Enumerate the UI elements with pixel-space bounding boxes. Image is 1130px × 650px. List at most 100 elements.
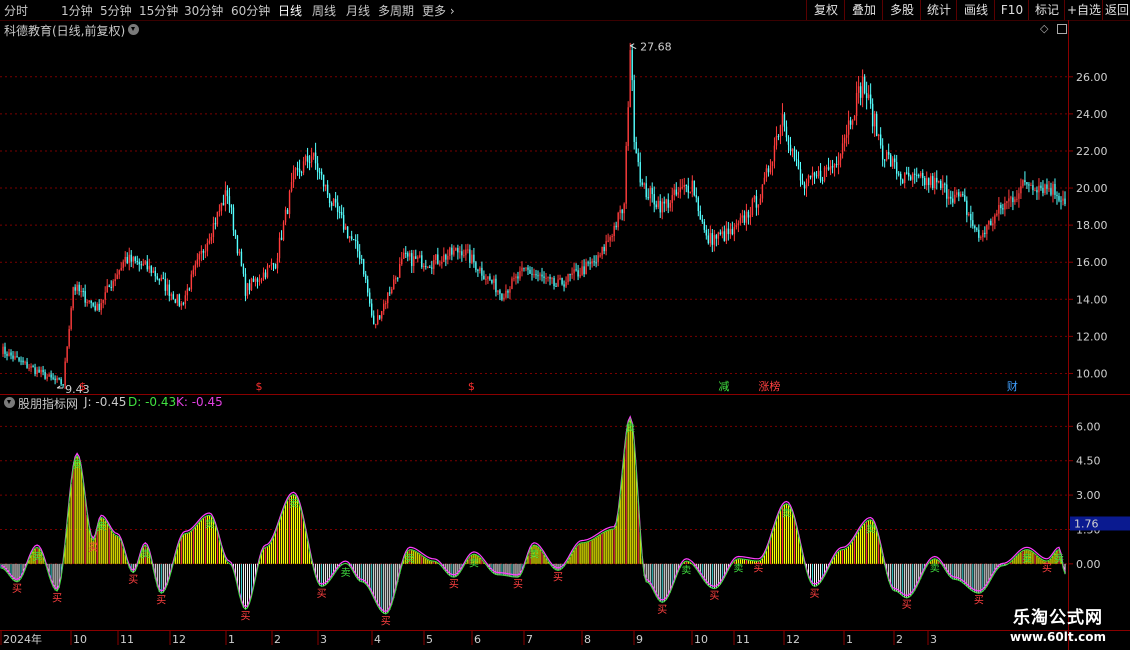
candle-body	[581, 266, 583, 275]
candle-body	[811, 172, 814, 178]
candle-body	[246, 283, 249, 296]
candle-body	[20, 360, 22, 362]
candle-body	[587, 262, 589, 264]
price-tick-label: 14.00	[1076, 293, 1108, 306]
candle-body	[435, 254, 437, 260]
candle-body	[865, 93, 868, 99]
candle-body	[759, 198, 762, 205]
candle-body	[399, 264, 401, 278]
candle-body	[1000, 204, 1002, 209]
current-value-text: 1.76	[1074, 518, 1099, 531]
candle-body	[1052, 183, 1054, 195]
buy-signal-label: 买	[553, 572, 563, 584]
candle-body	[4, 346, 6, 354]
candle-body	[773, 145, 776, 162]
candle-body	[190, 274, 193, 290]
indicator-dropdown-icon[interactable]	[4, 397, 15, 408]
candle-body	[280, 237, 283, 240]
candle-body	[755, 196, 758, 208]
event-marker-3: 减	[718, 380, 729, 393]
candle-body	[735, 225, 738, 228]
candle-body	[841, 143, 844, 155]
candle-body	[10, 352, 12, 356]
candle-body	[729, 228, 732, 235]
main-dropdown-icon[interactable]	[128, 24, 139, 35]
candle-body	[184, 295, 187, 304]
candle-body	[643, 183, 645, 185]
chart-canvas[interactable]: 10.0012.0014.0016.0018.0020.0022.0024.00…	[0, 0, 1130, 650]
candle-body	[457, 248, 459, 253]
candle-body	[857, 86, 860, 93]
candle-body	[72, 287, 74, 309]
buy-signal-label: 买	[657, 604, 667, 616]
candle-body	[236, 235, 239, 254]
candle-body	[687, 185, 689, 193]
candle-body	[775, 136, 778, 146]
candle-body	[160, 277, 163, 281]
candle-body	[998, 204, 1000, 214]
candle-body	[174, 299, 177, 303]
window-icon[interactable]	[1057, 24, 1067, 34]
candle-body	[50, 374, 52, 378]
candle-body	[932, 176, 934, 189]
candle-body	[336, 202, 339, 212]
candle-body	[815, 175, 818, 177]
candle-body	[879, 134, 882, 146]
candle-body	[362, 259, 365, 275]
candle-body	[140, 264, 142, 266]
candle-body	[1046, 184, 1048, 189]
candle-body	[423, 266, 425, 268]
candle-body	[573, 269, 575, 274]
candle-body	[1002, 208, 1004, 210]
candle-body	[377, 315, 379, 324]
candle-body	[575, 269, 577, 271]
candle-body	[505, 290, 507, 298]
candle-body	[180, 303, 183, 306]
candle-body	[827, 167, 830, 170]
candle-body	[980, 237, 982, 239]
candle-body	[771, 161, 774, 167]
candle-body	[717, 232, 720, 239]
candle-body	[461, 251, 463, 256]
candle-body	[429, 266, 431, 268]
candle-body	[749, 215, 752, 218]
candle-body	[306, 155, 309, 162]
candle-body	[877, 134, 880, 137]
candle-body	[725, 228, 728, 241]
sell-signal-label: 卖	[1054, 553, 1064, 565]
candle-body	[342, 215, 345, 230]
candle-body	[94, 305, 96, 311]
candle-body	[366, 279, 369, 293]
candle-body	[286, 209, 289, 214]
date-label-16: 1	[846, 633, 853, 646]
candle-body	[300, 172, 303, 174]
event-marker-0: $	[79, 380, 86, 393]
candle-body	[609, 237, 611, 241]
candle-body	[389, 292, 391, 294]
diamond-icon[interactable]: ◇	[1040, 22, 1048, 35]
candle-body	[893, 158, 896, 163]
candle-body	[781, 114, 784, 126]
candle-body	[419, 255, 421, 258]
candle-body	[914, 173, 916, 175]
candle-body	[671, 195, 673, 203]
price-tick-label: 10.00	[1076, 367, 1108, 380]
candle-body	[126, 256, 128, 263]
date-label-2: 11	[120, 633, 134, 646]
buy-signal-label: 买	[12, 583, 22, 595]
candle-body	[128, 254, 130, 263]
candle-body	[372, 315, 375, 325]
candle-body	[992, 223, 994, 226]
high-price-label: 27.68	[640, 41, 672, 54]
candle-body	[537, 275, 539, 277]
candle-body	[274, 264, 277, 269]
sell-signal-label: 卖	[469, 558, 479, 570]
candle-body	[601, 246, 603, 256]
candle-body	[631, 50, 633, 81]
candle-body	[176, 294, 179, 303]
sell-signal-label: 卖	[289, 498, 299, 510]
event-marker-5: 财	[1007, 379, 1018, 393]
candle-body	[905, 172, 908, 174]
candle-body	[883, 159, 886, 161]
candle-body	[521, 267, 523, 272]
